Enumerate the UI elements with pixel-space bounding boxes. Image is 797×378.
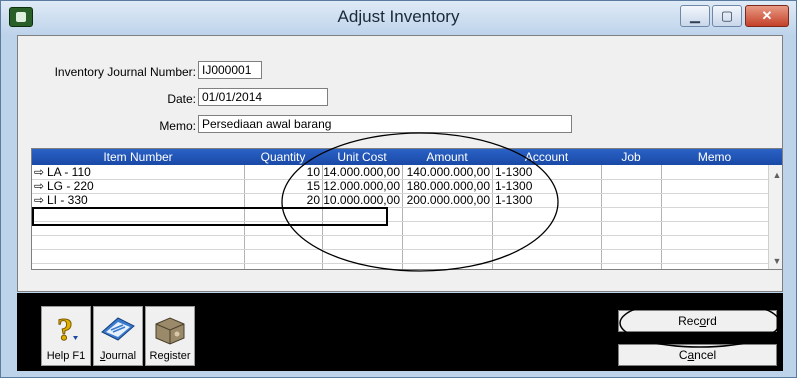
minimize-button[interactable]: ▁	[680, 5, 710, 27]
annotation-overlay	[619, 298, 781, 348]
highlight-ellipse	[619, 298, 781, 348]
minimize-icon: ▁	[690, 8, 700, 23]
form-panel: Inventory Journal Number: IJ000001 Date:…	[17, 35, 783, 292]
highlight-box	[32, 207, 388, 226]
highlight-ellipse	[281, 132, 559, 272]
maximize-button[interactable]: ▢	[712, 5, 742, 27]
close-button[interactable]: ✕	[745, 5, 789, 27]
bottom-bar: ? Help F1 Journal Register Record Cancel	[17, 293, 783, 371]
adjust-inventory-window: Adjust Inventory ▁ ▢ ✕ Inventory Journal…	[0, 0, 797, 378]
maximize-icon: ▢	[720, 8, 734, 23]
annotation-overlay	[32, 132, 559, 272]
window-title: Adjust Inventory	[337, 7, 460, 26]
title-bar[interactable]: Adjust Inventory ▁ ▢ ✕	[1, 1, 796, 37]
close-icon: ✕	[761, 8, 773, 23]
